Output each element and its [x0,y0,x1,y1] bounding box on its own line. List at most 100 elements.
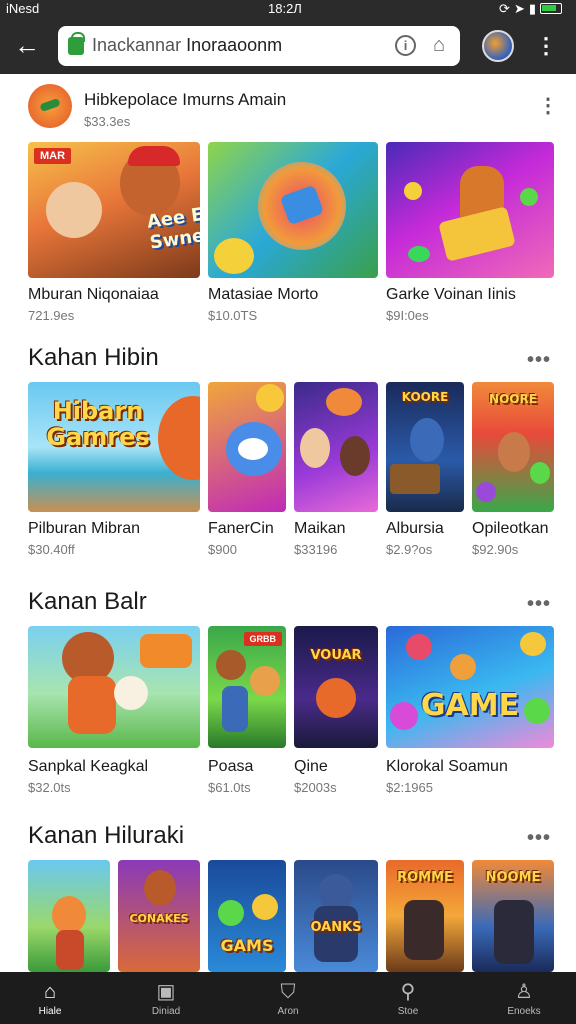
search-icon: ⚲ [400,981,416,1003]
status-icons: ⟳➤▮ [499,1,562,17]
card-thumbnail [208,382,286,512]
card-thumbnail: KOORE [386,382,464,512]
card-price: $33196 [294,542,338,557]
card-thumbnail: GAME [386,626,554,748]
game-card[interactable]: GRBB Poasa $61.0ts [208,626,286,804]
card-art-text: Hibarn Gamres [46,397,150,451]
featured-card-3[interactable]: Garke Voinan Iinis $9I:0es [386,142,554,332]
more-vert-icon[interactable]: ⋮ [532,30,560,62]
game-card[interactable]: Hibarn Gamres Pilburan Mibran $30.40ff [28,382,200,560]
card-price: $10.0TS [208,308,258,323]
browser-toolbar: ← Inackannar Inoraaoonm i ⌂ ⋮ [0,18,576,74]
card-title: FanerCin [208,520,274,537]
featured-card-2[interactable]: Matasiae Morto $10.0TS [208,142,378,332]
bag-icon: ⛉ [280,981,296,1003]
card-art-text: OANKS [310,920,362,935]
nav-item-library[interactable]: ▣ Diniad [126,972,206,1024]
card-thumbnail: Hibarn Gamres [28,382,200,512]
person-icon: ♙ [515,981,533,1003]
nav-item-profile[interactable]: ♙ Enoeks [484,972,564,1024]
battery-icon [540,3,562,14]
card-art-text: GAME [420,688,520,723]
game-card[interactable]: Sanpkal Keagkal $32.0ts [28,626,200,804]
more-vert-icon[interactable]: ⋮ [538,92,558,120]
game-card[interactable]: NOORE Opileotkan $92.90s [472,382,554,560]
nav-item-bag[interactable]: ⛉ Aron [248,972,328,1024]
lock-icon [68,32,85,55]
url-domain: Inoraaoonm [186,35,283,55]
game-card[interactable]: OANKS [294,860,378,972]
sync-icon: ⟳ [499,1,514,16]
nav-item-home[interactable]: ⌂ Hiale [10,972,90,1024]
nav-label: Hiale [38,1006,62,1017]
card-price: 721.9es [28,308,75,323]
card-thumbnail [28,860,110,972]
more-horiz-icon[interactable]: ••• [524,594,554,618]
nav-label: Enoeks [507,1006,541,1017]
card-price: $2:1965 [386,780,433,795]
url-prefix: Inackannar [92,35,182,55]
card-thumbnail: OANKS [294,860,378,972]
section-title: Kahan Hibin [28,344,159,371]
more-horiz-icon[interactable]: ••• [524,350,554,374]
game-card[interactable]: GAMS [208,860,286,972]
card-thumbnail [28,626,200,748]
game-card[interactable]: Maikan $33196 [294,382,378,560]
card-thumbnail [208,142,378,278]
info-icon[interactable]: i [395,35,416,56]
card-art-text: CONAKES [129,912,189,925]
carrier-label: iNesd [6,1,40,16]
card-title: Poasa [208,758,254,775]
card-title: Klorokal Soamun [386,758,508,775]
signal-icon: ▮ [528,1,540,16]
card-title: Pilburan Mibran [28,520,141,537]
game-card[interactable] [28,860,110,972]
card-title: Sanpkal Keagkal [28,758,149,775]
nav-item-search[interactable]: ⚲ Stoe [368,972,448,1024]
url-bar[interactable]: Inackannar Inoraaoonm i ⌂ [58,26,460,66]
app-logo[interactable] [28,84,72,128]
game-card[interactable]: NOOME [472,860,554,972]
card-price: $30.40ff [28,542,75,557]
card-art-text: NOOME [485,870,541,885]
card-price: $2.9?os [386,542,433,557]
card-art-text: GAMS [220,936,274,955]
card-thumbnail: VOUAR [294,626,378,748]
bookmark-icon[interactable]: ⌂ [428,34,450,58]
card-price: $61.0ts [208,780,251,795]
game-card[interactable]: FanerCin $900 [208,382,286,560]
game-card[interactable]: CONAKES [118,860,200,972]
nav-label: Stoe [397,1006,419,1017]
game-card[interactable]: KOORE Albursia $2.9?os [386,382,464,560]
card-badge: GRBB [243,632,282,646]
game-card[interactable]: VOUAR Qine $2003s [294,626,378,804]
card-title: Maikan [294,520,346,537]
card-price: $900 [208,542,237,557]
card-title: Mburan Niqonaiaa [28,286,159,303]
card-thumbnail: NOORE [472,382,554,512]
card-thumbnail [386,142,554,278]
location-icon: ➤ [513,1,529,16]
url-text[interactable]: Inackannar Inoraaoonm [92,35,282,56]
home-icon: ⌂ [43,981,57,1003]
card-thumbnail: CONAKES [118,860,200,972]
app-title: Hibkepolace Imurns Amain [84,90,287,109]
card-title: Garke Voinan Iinis [386,286,516,303]
status-clock: 18:2Л [268,1,302,16]
card-thumbnail: ROMME [386,860,464,972]
app-subtitle: $33.3es [84,114,131,129]
card-thumbnail: GAMS [208,860,286,972]
card-thumbnail: GRBB [208,626,286,748]
card-art-text: NOORE [489,392,537,406]
nav-label: Aron [277,1006,299,1017]
featured-card-1[interactable]: Aee Elnans Swnemepe MAR Mburan Niqonaiaa… [28,142,200,332]
game-card[interactable]: GAME Klorokal Soamun $2:1965 [386,626,554,804]
arrow-left-icon[interactable]: ← [10,30,44,62]
section-title: Kanan Hiluraki [28,822,185,849]
game-card[interactable]: ROMME [386,860,464,972]
bottom-navigation: ⌂ Hiale ▣ Diniad ⛉ Aron ⚲ Stoe ♙ Enoeks [0,972,576,1024]
card-badge: MAR [34,148,72,164]
store-content: Hibkepolace Imurns Amain $33.3es ⋮ Aee E… [0,74,576,972]
avatar[interactable] [482,30,514,62]
more-horiz-icon[interactable]: ••• [524,828,554,852]
